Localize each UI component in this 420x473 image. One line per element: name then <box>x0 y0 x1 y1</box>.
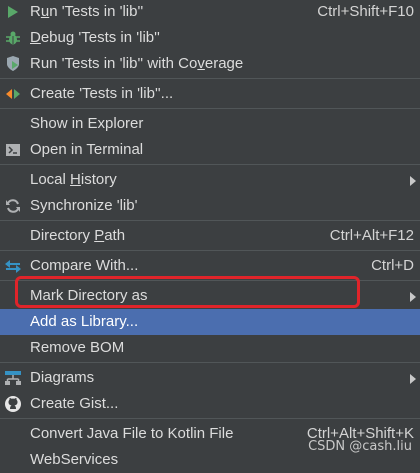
terminal-icon <box>5 142 21 158</box>
menu-item-label: Create Gist... <box>30 395 119 412</box>
menu-item-label: Diagrams <box>30 369 95 386</box>
menu-item-remove-bom[interactable]: Remove BOM <box>0 335 420 361</box>
diagram-icon <box>5 370 21 386</box>
menu-item-show-in-explorer[interactable]: Show in Explorer <box>0 111 420 137</box>
menu-item-open-in-terminal[interactable]: Open in Terminal <box>0 137 420 163</box>
menu-item-label: Synchronize 'lib' <box>30 197 138 214</box>
menu-item-label: Add as Library... <box>30 313 139 330</box>
menu-item-label: Mark Directory as <box>30 287 148 304</box>
menu-item-label: Run 'Tests in 'lib'' with Coverage <box>30 55 244 72</box>
menu-item-local-history[interactable]: Local History <box>0 167 420 193</box>
menu-item-label: Compare With... <box>30 257 139 274</box>
menu-item-directory-path[interactable]: Directory Path Ctrl+Alt+F12 <box>0 223 420 249</box>
run-config-icon <box>5 86 21 102</box>
menu-item-label: Show in Explorer <box>30 115 144 132</box>
bug-icon <box>5 30 21 46</box>
menu-item-label: Open in Terminal <box>30 141 144 158</box>
menu-item-label: Create 'Tests in 'lib''... <box>30 85 174 102</box>
menu-item-label: Remove BOM <box>30 339 125 356</box>
menu-item-label: Debug 'Tests in 'lib'' <box>30 29 160 46</box>
context-menu: Run 'Tests in 'lib'' Ctrl+Shift+F10 Debu… <box>0 0 420 473</box>
menu-item-label: WebServices <box>30 451 119 468</box>
shortcut-label: Ctrl+Shift+F10 <box>317 3 414 20</box>
menu-item-create-gist[interactable]: Create Gist... <box>0 391 420 417</box>
sync-icon <box>5 198 21 214</box>
submenu-arrow-icon <box>410 292 416 302</box>
menu-item-label: Directory Path <box>30 227 126 244</box>
submenu-arrow-icon <box>410 176 416 186</box>
menu-item-debug-tests[interactable]: Debug 'Tests in 'lib'' <box>0 25 420 51</box>
submenu-arrow-icon <box>410 374 416 384</box>
shortcut-label: Ctrl+Alt+F12 <box>329 227 414 244</box>
menu-item-mark-directory-as[interactable]: Mark Directory as <box>0 283 420 309</box>
coverage-shield-icon <box>5 56 21 72</box>
shortcut-label: Ctrl+D <box>371 257 414 274</box>
menu-item-compare-with[interactable]: Compare With... Ctrl+D <box>0 253 420 279</box>
menu-item-create-tests[interactable]: Create 'Tests in 'lib''... <box>0 81 420 107</box>
menu-item-run-with-coverage[interactable]: Run 'Tests in 'lib'' with Coverage <box>0 51 420 77</box>
menu-item-synchronize[interactable]: Synchronize 'lib' <box>0 193 420 219</box>
watermark: CSDN @cash.liu <box>308 439 412 454</box>
compare-arrows-icon <box>5 258 21 274</box>
run-icon <box>5 4 21 20</box>
menu-item-run-tests[interactable]: Run 'Tests in 'lib'' Ctrl+Shift+F10 <box>0 0 420 25</box>
menu-item-label: Local History <box>30 171 117 188</box>
menu-item-label: Convert Java File to Kotlin File <box>30 425 234 442</box>
github-icon <box>5 396 21 412</box>
menu-item-add-as-library[interactable]: Add as Library... <box>0 309 420 335</box>
menu-item-diagrams[interactable]: Diagrams <box>0 365 420 391</box>
menu-item-label: Run 'Tests in 'lib'' <box>30 3 144 20</box>
